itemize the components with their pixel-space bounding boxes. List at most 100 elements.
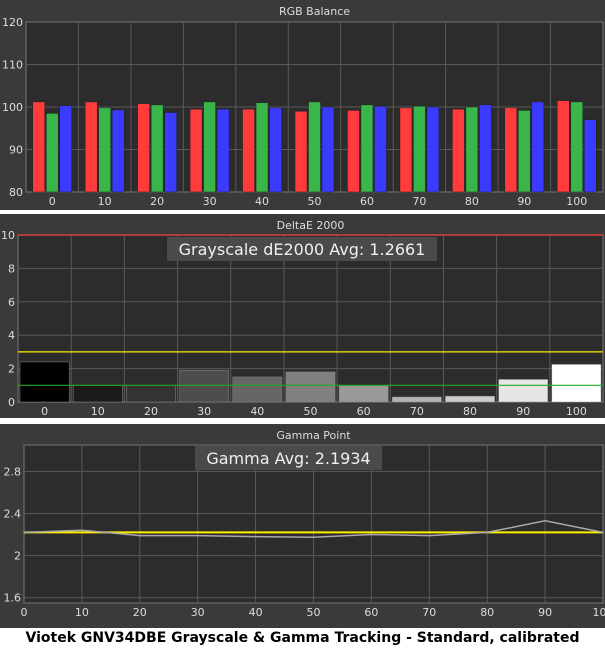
rgb-balance-title: RGB Balance bbox=[279, 5, 350, 18]
gamma-data-point bbox=[196, 534, 199, 537]
rgb-bar-red bbox=[557, 100, 570, 193]
rgb-bar-red bbox=[84, 101, 98, 193]
rgb-bar-red bbox=[347, 110, 360, 193]
deltae-x-tick-label: 40 bbox=[250, 405, 264, 418]
figure-caption: Viotek GNV34DBE Grayscale & Gamma Tracki… bbox=[25, 630, 580, 646]
gamma-y-tick-label: 2.8 bbox=[4, 465, 22, 478]
gamma-data-point bbox=[254, 535, 257, 538]
deltae-y-tick-label: 6 bbox=[8, 296, 15, 309]
rgb-bar-blue bbox=[426, 106, 440, 193]
rgb-bar-red bbox=[504, 107, 518, 193]
deltae-bar bbox=[179, 370, 229, 403]
rgb-bar-green bbox=[308, 101, 321, 193]
deltae-title: DeltaE 2000 bbox=[277, 219, 345, 232]
gamma-data-point bbox=[139, 534, 141, 537]
rgb-bar-red bbox=[137, 103, 150, 193]
deltae-y-tick-label: 0 bbox=[8, 396, 15, 409]
deltae-bar bbox=[285, 371, 336, 403]
deltae-bar bbox=[232, 376, 283, 403]
deltae-x-tick-label: 0 bbox=[41, 405, 48, 418]
rgb-bar-green bbox=[360, 104, 374, 193]
deltae-bar bbox=[338, 385, 389, 403]
deltae-x-tick-label: 30 bbox=[197, 405, 211, 418]
deltae-x-tick-label: 10 bbox=[91, 405, 105, 418]
rgb-y-tick-label: 120 bbox=[2, 16, 23, 29]
gamma-y-tick-label: 2 bbox=[14, 550, 21, 563]
deltae-panel: DeltaE 200002468100 10 20 30 40 50 60 70 80 90 100… bbox=[0, 214, 605, 418]
rgb-bar-green bbox=[45, 113, 59, 193]
rgb-bar-blue bbox=[321, 106, 335, 193]
rgb-bar-red bbox=[399, 107, 413, 193]
deltae-bar bbox=[498, 379, 549, 403]
rgb-bar-blue bbox=[216, 108, 230, 193]
rgb-bar-green bbox=[203, 101, 216, 193]
rgb-bar-green bbox=[518, 110, 531, 193]
gamma-x-tick-label: 100 bbox=[593, 606, 605, 619]
gamma-x-tick-label: 30 bbox=[191, 606, 205, 619]
rgb-x-tick-label: 10 bbox=[98, 195, 112, 208]
gamma-x-tick-label: 70 bbox=[422, 606, 436, 619]
rgb-x-tick-label: 20 bbox=[150, 195, 164, 208]
rgb-bar-red bbox=[32, 101, 45, 193]
deltae-x-tick-label: 100 bbox=[566, 405, 587, 418]
gamma-data-point bbox=[370, 533, 373, 536]
gamma-data-point bbox=[23, 531, 25, 534]
rgb-bar-green bbox=[255, 102, 269, 193]
deltae-bar bbox=[392, 396, 442, 403]
gamma-x-tick-label: 10 bbox=[75, 606, 89, 619]
gamma-data-point bbox=[428, 534, 431, 537]
deltae-y-tick-label: 10 bbox=[1, 229, 15, 242]
gamma-point-panel: Gamma Point 1.6 2 2.4 2.8 0 10 20 30 40 50 60 70 80 90… bbox=[0, 424, 605, 628]
rgb-bar-red bbox=[452, 108, 465, 193]
rgb-bar-blue bbox=[584, 119, 597, 193]
rgb-bar-green bbox=[465, 106, 479, 193]
deltae-x-tick-label: 70 bbox=[410, 405, 424, 418]
gamma-data-point bbox=[486, 531, 489, 534]
deltae-y-tick-label: 2 bbox=[8, 363, 15, 376]
rgb-bar-blue bbox=[531, 101, 545, 193]
gamma-y-tick-label: 2.4 bbox=[4, 507, 22, 520]
rgb-x-tick-label: 30 bbox=[203, 195, 217, 208]
rgb-bar-blue bbox=[111, 109, 125, 193]
gamma-x-tick-label: 20 bbox=[133, 606, 147, 619]
deltae-bar bbox=[551, 364, 602, 403]
rgb-x-tick-label: 70 bbox=[412, 195, 426, 208]
rgb-y-tick-label: 90 bbox=[9, 144, 23, 157]
deltae-y-tick-label: 8 bbox=[8, 262, 15, 275]
rgb-x-tick-label: 0 bbox=[49, 195, 56, 208]
rgb-bar-green bbox=[413, 105, 426, 193]
deltae-average-annotation: Grayscale dE2000 Avg: 1.2661 bbox=[179, 240, 426, 259]
deltae-x-tick-label: 80 bbox=[463, 405, 477, 418]
rgb-bar-blue bbox=[479, 104, 492, 193]
deltae-bar bbox=[126, 385, 176, 403]
chart-stage: RGB Balance80901001101200 10 20 30 40 50 60 70 8… bbox=[0, 0, 605, 628]
rgb-x-tick-label: 50 bbox=[308, 195, 322, 208]
rgb-x-tick-label: 100 bbox=[566, 195, 587, 208]
gamma-title: Gamma Point bbox=[276, 429, 351, 442]
gamma-x-tick-label: 50 bbox=[307, 606, 321, 619]
gamma-average-annotation: Gamma Avg: 2.1934 bbox=[206, 449, 370, 468]
deltae-bar bbox=[19, 361, 70, 403]
gamma-x-tick-label: 40 bbox=[249, 606, 263, 619]
rgb-balance-panel: RGB Balance 80 90 100 110 120 0 10 20 30 40 50 60 70 8… bbox=[0, 0, 605, 210]
gamma-x-tick-label: 60 bbox=[364, 606, 378, 619]
gamma-data-point bbox=[544, 520, 546, 522]
deltae-x-tick-label: 20 bbox=[144, 405, 158, 418]
rgb-bar-blue bbox=[374, 105, 387, 193]
rgb-x-tick-label: 80 bbox=[465, 195, 479, 208]
rgb-x-tick-label: 40 bbox=[255, 195, 269, 208]
gamma-data-point bbox=[312, 536, 315, 538]
rgb-bar-blue bbox=[164, 112, 177, 193]
deltae-x-tick-label: 90 bbox=[516, 405, 530, 418]
rgb-bar-red bbox=[294, 111, 308, 193]
rgb-bar-red bbox=[189, 108, 203, 193]
deltae-y-tick-label: 4 bbox=[8, 329, 15, 342]
gamma-data-point bbox=[81, 529, 83, 532]
rgb-bar-blue bbox=[269, 107, 282, 193]
rgb-x-tick-label: 90 bbox=[517, 195, 531, 208]
gamma-x-tick-label: 80 bbox=[480, 606, 494, 619]
deltae-x-tick-label: 60 bbox=[357, 405, 371, 418]
gamma-x-tick-label: 90 bbox=[538, 606, 552, 619]
rgb-x-tick-label: 60 bbox=[360, 195, 374, 208]
rgb-bar-blue bbox=[59, 105, 72, 193]
